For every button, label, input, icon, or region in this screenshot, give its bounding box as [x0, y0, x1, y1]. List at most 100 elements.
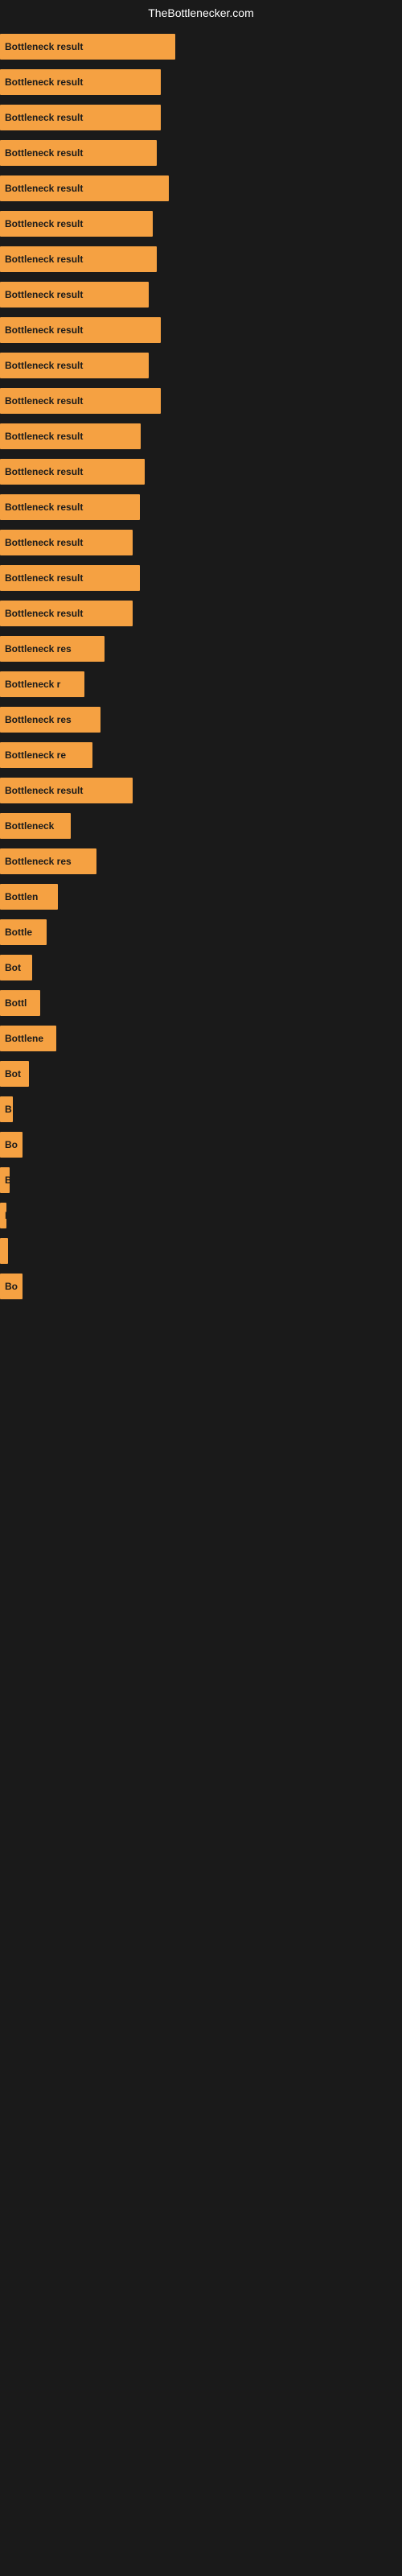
bar-label: Bottleneck result [5, 395, 83, 407]
bar-row: Bottleneck result [0, 454, 402, 489]
bar-row: Bottleneck result [0, 171, 402, 206]
bottleneck-bar: Bottleneck result [0, 246, 157, 272]
bottleneck-bar: Bottlen [0, 884, 58, 910]
bar-label: Bottleneck re [5, 749, 66, 761]
bottleneck-bar: Bottleneck result [0, 282, 149, 308]
bar-label: Bottleneck r [5, 679, 60, 690]
bar-row: I [0, 1198, 402, 1233]
bar-row: Bottleneck result [0, 206, 402, 242]
bar-row: B [0, 1092, 402, 1127]
bar-label: Bottleneck result [5, 147, 83, 159]
bar-label: Bo [5, 1139, 18, 1150]
bar-label: B [5, 1104, 12, 1115]
bar-row [0, 1233, 402, 1269]
bottleneck-bar: I [0, 1203, 6, 1228]
bar-row: B [0, 1162, 402, 1198]
bottleneck-bar: Bottleneck result [0, 494, 140, 520]
bar-row: Bottleneck re [0, 737, 402, 773]
bar-label: Bottleneck result [5, 254, 83, 265]
bar-row: Bot [0, 950, 402, 985]
bar-row: Bottleneck result [0, 596, 402, 631]
bottleneck-bar: Bottleneck res [0, 707, 100, 733]
bottleneck-bar: Bo [0, 1132, 23, 1158]
bottleneck-bar: Bottleneck res [0, 848, 96, 874]
bar-label: Bottleneck result [5, 41, 83, 52]
bar-row: Bottleneck result [0, 29, 402, 64]
bar-label: Bottleneck res [5, 714, 72, 725]
bottleneck-bar: Bottleneck result [0, 353, 149, 378]
bar-label: Bottleneck result [5, 218, 83, 229]
bottleneck-bar: Bottleneck result [0, 423, 141, 449]
bar-label: Bottleneck res [5, 856, 72, 867]
bottleneck-bar: Bottleneck res [0, 636, 105, 662]
bar-label: I [5, 1210, 6, 1221]
bar-row: Bottleneck res [0, 702, 402, 737]
bottleneck-bar: Bottleneck result [0, 317, 161, 343]
bar-row: Bottleneck result [0, 383, 402, 419]
bar-row: Bottleneck result [0, 135, 402, 171]
bottleneck-bar: Bottleneck [0, 813, 71, 839]
bar-label: Bottle [5, 927, 32, 938]
bar-label: Bottleneck [5, 820, 54, 832]
bar-row: Bo [0, 1269, 402, 1304]
bar-label: B [5, 1174, 10, 1186]
bottleneck-bar: Bot [0, 1061, 29, 1087]
bar-label: Bottleneck result [5, 785, 83, 796]
bar-label: Bottleneck result [5, 537, 83, 548]
bottleneck-bar: Bottleneck r [0, 671, 84, 697]
bar-label: Bottleneck result [5, 324, 83, 336]
bar-label: Bottleneck result [5, 289, 83, 300]
bar-label: Bottleneck result [5, 112, 83, 123]
bar-row: Bottleneck result [0, 242, 402, 277]
bar-label: Bottleneck result [5, 183, 83, 194]
bar-row: Bo [0, 1127, 402, 1162]
bar-row: Bottleneck result [0, 419, 402, 454]
bottleneck-bar: Bot [0, 955, 32, 980]
bar-row: Bottleneck res [0, 844, 402, 879]
bottleneck-bar: Bottleneck result [0, 778, 133, 803]
bar-row: Bottleneck result [0, 560, 402, 596]
bottleneck-bar [0, 1238, 8, 1264]
bar-row: Bottleneck result [0, 525, 402, 560]
bar-row: Bottleneck [0, 808, 402, 844]
bar-row: Bottleneck result [0, 64, 402, 100]
bar-row: Bottleneck result [0, 100, 402, 135]
bottleneck-bar: Bo [0, 1274, 23, 1299]
bottleneck-bar: Bottlene [0, 1026, 56, 1051]
bar-row: Bottleneck r [0, 667, 402, 702]
bar-label: Bottleneck res [5, 643, 72, 654]
bar-label: Bottleneck result [5, 360, 83, 371]
bar-label: Bottlen [5, 891, 38, 902]
bar-label: Bottleneck result [5, 608, 83, 619]
bottleneck-bar: Bottleneck result [0, 388, 161, 414]
bottleneck-bar: Bottleneck result [0, 140, 157, 166]
bar-label: Bottlene [5, 1033, 43, 1044]
bar-label: Bottleneck result [5, 76, 83, 88]
bar-label: Bot [5, 962, 21, 973]
bar-row: Bottleneck result [0, 277, 402, 312]
bottleneck-bar: Bottleneck result [0, 601, 133, 626]
bottleneck-bar: Bottle [0, 919, 47, 945]
bars-container: Bottleneck result Bottleneck result Bottle… [0, 26, 402, 1307]
bar-row: Bottlene [0, 1021, 402, 1056]
bar-label: Bottleneck result [5, 466, 83, 477]
bar-row: Bottleneck result [0, 773, 402, 808]
bar-row: Bottleneck res [0, 631, 402, 667]
bar-label: Bottleneck result [5, 431, 83, 442]
bar-label: Bot [5, 1068, 21, 1080]
bar-label: Bo [5, 1281, 18, 1292]
bottleneck-bar: Bottleneck result [0, 175, 169, 201]
bottleneck-bar: B [0, 1096, 13, 1122]
bar-row: Bottle [0, 914, 402, 950]
bottleneck-bar: Bottleneck result [0, 69, 161, 95]
bottleneck-bar: Bottleneck re [0, 742, 92, 768]
bottleneck-bar: B [0, 1167, 10, 1193]
site-title: TheBottlenecker.com [0, 0, 402, 26]
bottleneck-bar: Bottleneck result [0, 105, 161, 130]
bar-row: Bottl [0, 985, 402, 1021]
bottleneck-bar: Bottleneck result [0, 459, 145, 485]
bottleneck-bar: Bottl [0, 990, 40, 1016]
bar-label: Bottleneck result [5, 502, 83, 513]
bar-row: Bot [0, 1056, 402, 1092]
bottleneck-bar: Bottleneck result [0, 530, 133, 555]
